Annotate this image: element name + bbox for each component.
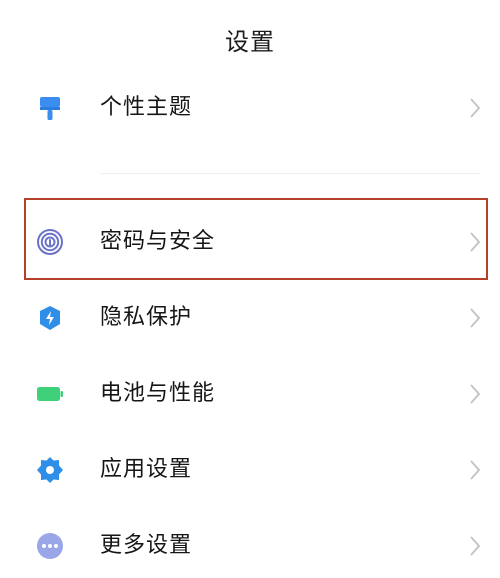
fingerprint-icon	[37, 229, 63, 255]
chevron-right-icon	[470, 536, 481, 556]
paint-roller-icon	[40, 97, 60, 120]
settings-item-label: 隐私保护	[100, 305, 193, 330]
gear-icon	[37, 457, 63, 483]
more-dots-icon	[37, 533, 63, 559]
chevron-right-icon	[470, 308, 481, 328]
shield-icon	[40, 306, 60, 330]
settings-item-battery[interactable]: 电池与性能	[0, 362, 500, 426]
settings-item-label: 应用设置	[100, 457, 193, 482]
chevron-right-icon	[470, 232, 481, 252]
settings-item-label: 个性主题	[100, 95, 193, 120]
settings-item-theme[interactable]: 个性主题	[0, 76, 500, 140]
settings-item-privacy[interactable]: 隐私保护	[0, 286, 500, 350]
chevron-right-icon	[470, 460, 481, 480]
battery-icon	[37, 387, 63, 401]
settings-item-more-settings[interactable]: 更多设置	[0, 514, 500, 578]
settings-item-label: 密码与安全	[100, 229, 216, 254]
settings-item-label: 电池与性能	[100, 381, 216, 406]
settings-item-password-security[interactable]: 密码与安全	[0, 210, 500, 274]
page-title: 设置	[225, 28, 275, 56]
settings-item-label: 更多设置	[100, 533, 193, 558]
settings-item-app-settings[interactable]: 应用设置	[0, 438, 500, 502]
section-divider	[100, 173, 480, 174]
chevron-right-icon	[470, 98, 481, 118]
chevron-right-icon	[470, 384, 481, 404]
